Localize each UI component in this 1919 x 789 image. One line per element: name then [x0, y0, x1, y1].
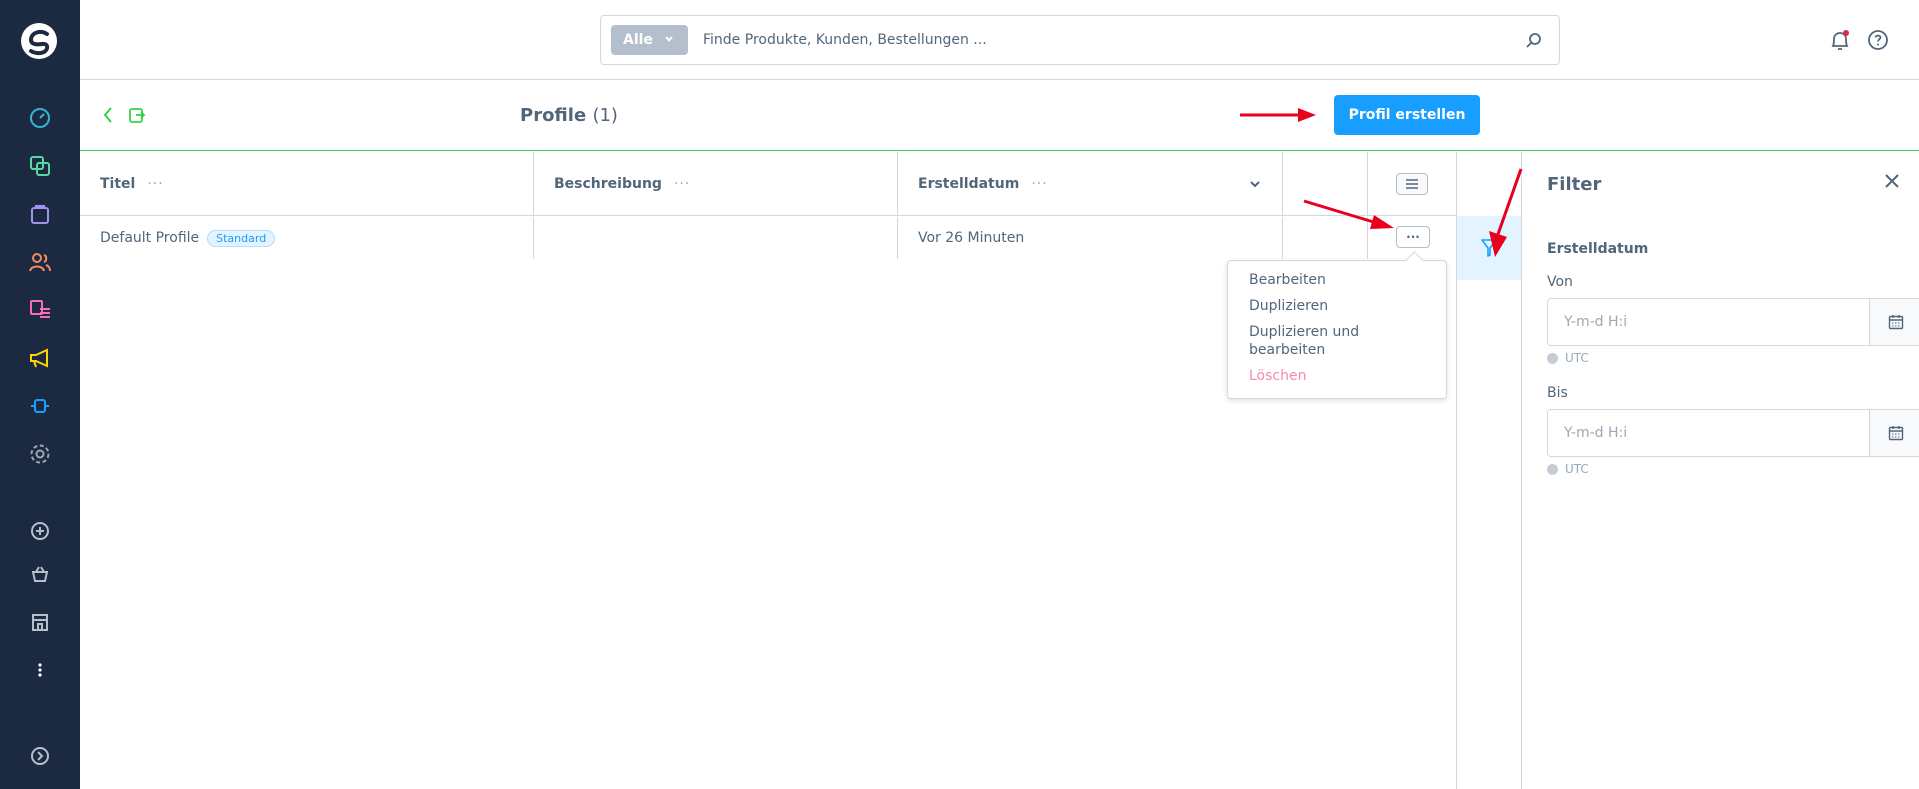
clock-icon	[1547, 463, 1558, 475]
search-scope-select[interactable]: Alle	[611, 25, 688, 55]
chevron-down-icon	[665, 36, 673, 43]
standard-badge: Standard	[207, 229, 276, 247]
extensions-icon[interactable]	[24, 390, 56, 422]
row-actions-button[interactable]: ···	[1396, 226, 1430, 248]
sales-channel-basket-icon[interactable]	[24, 558, 56, 590]
clock-icon	[1547, 352, 1558, 364]
storefront-icon[interactable]	[24, 606, 56, 638]
page-title: Profile (1)	[520, 105, 618, 126]
close-icon[interactable]	[1885, 174, 1899, 188]
grid-settings-button[interactable]	[1396, 173, 1428, 195]
create-profile-button[interactable]: Profil erstellen	[1334, 95, 1480, 135]
orders-icon[interactable]	[24, 198, 56, 230]
annotation-arrow-create	[1240, 108, 1316, 122]
timezone-hint: UTC	[1547, 351, 1589, 365]
from-label: Von	[1547, 274, 1573, 290]
date-to-placeholder: Y-m-d H:i	[1564, 425, 1628, 441]
notification-bell-icon[interactable]	[1829, 29, 1851, 53]
annotation-arrow-filter	[1489, 168, 1523, 257]
smartbar: Profile (1) Profil erstellen	[80, 81, 1919, 151]
cell-created: Vor 26 Minuten	[898, 217, 1283, 259]
column-header-description[interactable]: Beschreibung ···	[534, 152, 898, 216]
back-arrow-icon[interactable]	[102, 106, 114, 124]
global-header: Alle Finde Produkte, Kunden, Bestellunge…	[80, 0, 1919, 80]
settings-icon[interactable]	[24, 438, 56, 470]
menu-item-edit[interactable]: Bearbeiten	[1249, 271, 1425, 289]
global-search[interactable]: Alle Finde Produkte, Kunden, Bestellunge…	[600, 15, 1560, 65]
column-menu-icon[interactable]: ···	[1031, 176, 1047, 192]
calendar-icon[interactable]	[1869, 410, 1919, 456]
expand-icon[interactable]	[24, 740, 56, 772]
page-title-text: Profile	[520, 105, 587, 126]
catalogue-icon[interactable]	[24, 150, 56, 182]
date-to-field[interactable]: Y-m-d H:i	[1547, 409, 1919, 457]
column-header-label: Beschreibung	[554, 176, 662, 192]
list-icon	[1406, 179, 1418, 189]
to-label: Bis	[1547, 385, 1568, 401]
admin-sidebar	[0, 0, 80, 789]
more-icon[interactable]	[24, 654, 56, 686]
timezone-label: UTC	[1565, 462, 1589, 476]
shopware-logo-icon[interactable]	[20, 22, 58, 60]
date-from-placeholder: Y-m-d H:i	[1564, 314, 1628, 330]
menu-item-duplicate-and-edit[interactable]: Duplizieren und bearbeiten	[1249, 323, 1389, 359]
column-header-label: Erstelldatum	[918, 176, 1020, 192]
menu-item-duplicate[interactable]: Duplizieren	[1249, 297, 1425, 315]
customers-icon[interactable]	[24, 246, 56, 278]
filter-title: Filter	[1547, 174, 1602, 195]
column-header-label: Titel	[100, 176, 136, 192]
filter-group-label: Erstelldatum	[1547, 241, 1649, 257]
marketing-icon[interactable]	[24, 342, 56, 374]
page-title-count: (1)	[592, 105, 618, 126]
menu-item-delete[interactable]: Löschen	[1249, 367, 1425, 385]
table-row[interactable]: Default Profile Standard Vor 26 Minuten	[80, 217, 1456, 259]
timezone-hint: UTC	[1547, 462, 1589, 476]
column-header-title[interactable]: Titel ···	[80, 152, 534, 216]
date-from-field[interactable]: Y-m-d H:i	[1547, 298, 1919, 346]
module-icon	[129, 108, 146, 123]
sort-chevron-down-icon[interactable]	[1250, 180, 1260, 188]
dashboard-icon[interactable]	[24, 102, 56, 134]
search-scope-label: Alle	[623, 32, 653, 48]
profile-title[interactable]: Default Profile	[100, 230, 199, 246]
search-icon[interactable]	[1525, 32, 1543, 50]
timezone-label: UTC	[1565, 351, 1589, 365]
column-header-created[interactable]: Erstelldatum ···	[898, 152, 1283, 216]
filter-panel: Filter Erstelldatum Von Y-m-d H:i UTC Bi…	[1522, 152, 1919, 789]
add-icon[interactable]	[24, 515, 56, 547]
grid-header: Titel ··· Beschreibung ··· Erstelldatum …	[80, 152, 1456, 216]
help-icon[interactable]	[1867, 29, 1889, 51]
calendar-icon[interactable]	[1869, 299, 1919, 345]
context-menu: Bearbeiten Duplizieren Duplizieren und b…	[1227, 260, 1447, 399]
column-menu-icon[interactable]: ···	[147, 176, 163, 192]
annotation-arrow-actions	[1303, 199, 1394, 229]
column-menu-icon[interactable]: ···	[674, 176, 690, 192]
search-input[interactable]: Finde Produkte, Kunden, Bestellungen ...	[703, 32, 987, 48]
cell-title: Default Profile Standard	[80, 217, 534, 259]
content-icon[interactable]	[24, 294, 56, 326]
cell-description	[534, 217, 898, 259]
